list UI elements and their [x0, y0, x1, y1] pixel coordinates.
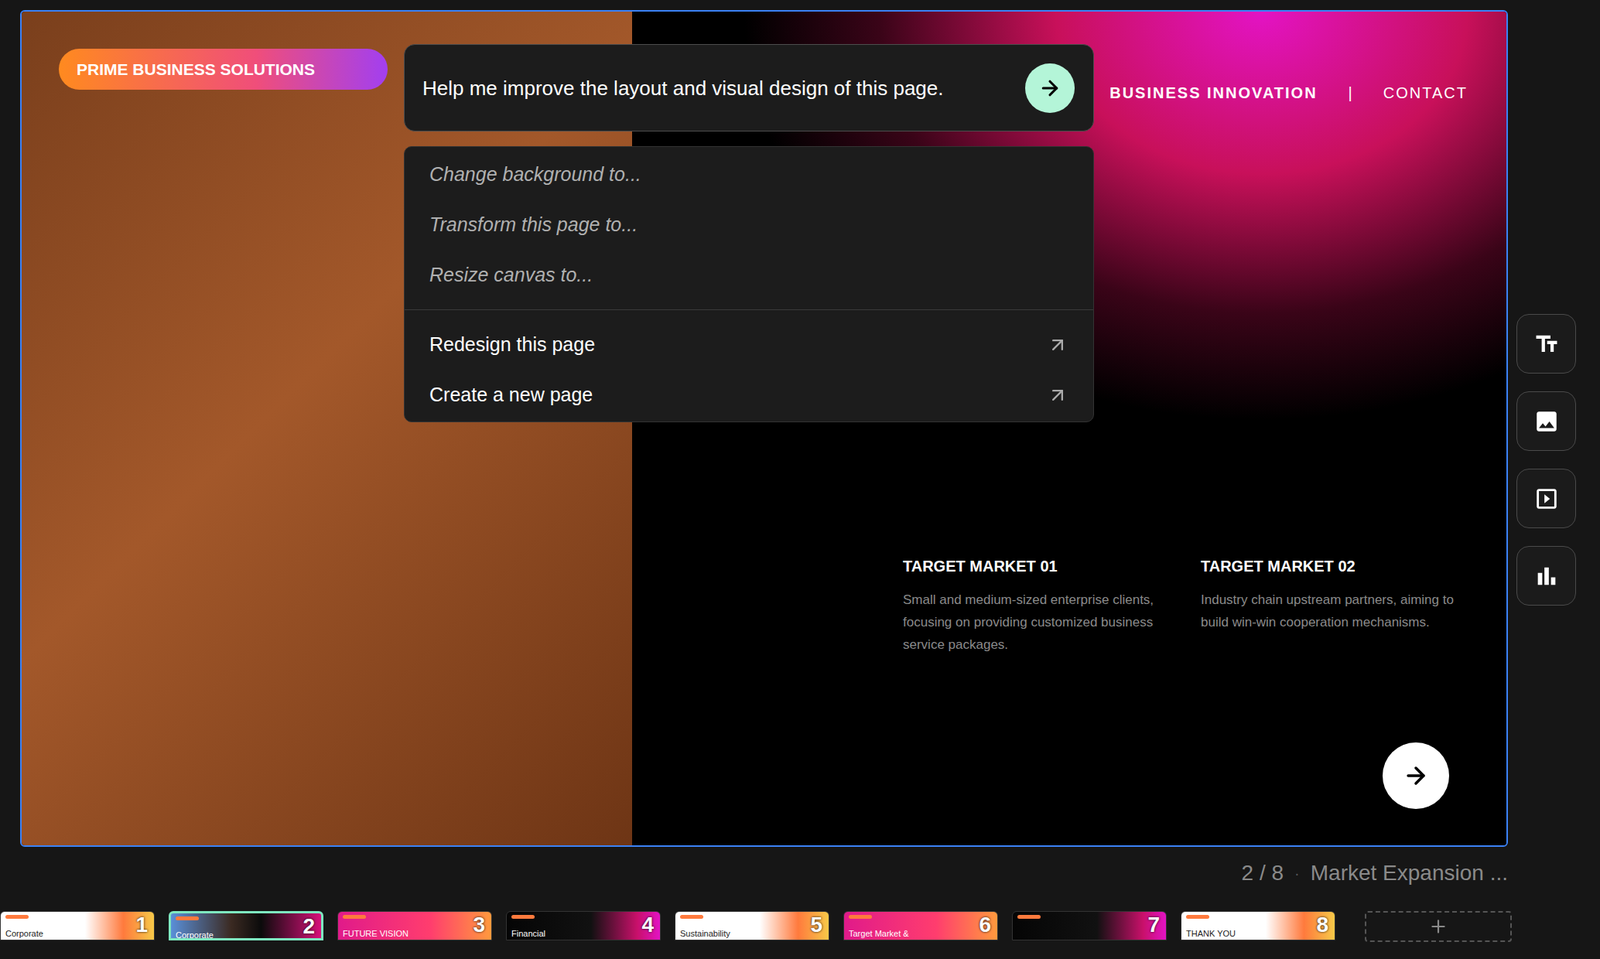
- arrow-right-icon: [1402, 762, 1430, 790]
- menu-action[interactable]: Redesign this page: [404, 319, 1094, 370]
- slide-thumbnail[interactable]: Financial 4: [505, 911, 661, 941]
- thumbnail-label: FUTURE VISION: [342, 929, 409, 939]
- thumbnail-label: Target Market &: [848, 929, 910, 939]
- page-title: Market Expansion ...: [1310, 861, 1508, 886]
- chart-tool[interactable]: [1516, 546, 1577, 606]
- next-button[interactable]: [1382, 742, 1450, 810]
- pager: 2 / 8 · Market Expansion ...: [0, 861, 1508, 886]
- thumbnail-number: 5: [810, 912, 823, 938]
- suggestion-item[interactable]: Resize canvas to...: [404, 249, 1094, 301]
- thumbnail-number: 8: [1316, 912, 1329, 938]
- arrow-up-right-icon: [1046, 384, 1069, 407]
- nav-link[interactable]: BUSINESS INNOVATION: [1109, 82, 1317, 103]
- market-card: TARGET MARKET 02 Industry chain upstream …: [1200, 556, 1476, 657]
- pager-separator: ·: [1294, 861, 1300, 886]
- market-card: TARGET MARKET 01 Small and medium-sized e…: [902, 556, 1178, 657]
- market-title: TARGET MARKET 02: [1200, 556, 1476, 577]
- menu-action[interactable]: Create a new page: [404, 369, 1094, 421]
- thumbnail-number: 2: [302, 914, 315, 940]
- image-tool[interactable]: [1516, 391, 1577, 452]
- thumbnail-number: 6: [978, 912, 992, 938]
- slide-thumbnail[interactable]: Corporate 2: [168, 911, 324, 941]
- thumbnail-label: Corporate: [175, 930, 214, 941]
- send-button[interactable]: [1025, 63, 1075, 113]
- side-toolbar: [1516, 314, 1577, 848]
- thumbnail-number: 1: [135, 912, 148, 938]
- page-count: 2 / 8: [1241, 861, 1284, 886]
- image-tool-icon: [1533, 408, 1560, 435]
- add-slide-button[interactable]: [1364, 911, 1512, 943]
- nav-link[interactable]: CONTACT: [1383, 82, 1468, 103]
- thumbnail-label: Financial: [511, 929, 546, 939]
- slide-content: BUSINESS INNOVATION | CONTACT TARGET MARKET…: [632, 11, 1507, 846]
- arrow-right-icon: [1038, 76, 1062, 100]
- slide-photo[interactable]: [21, 11, 633, 846]
- arrow-up-right-icon: [1046, 334, 1069, 356]
- media-tool[interactable]: [1516, 468, 1577, 529]
- slide-thumbnail[interactable]: 7: [1011, 911, 1167, 941]
- market-title: TARGET MARKET 01: [902, 556, 1178, 577]
- thumbnail-strip: Corporate 1 Corporate 2 FUTURE VISION 3 Financ…: [0, 911, 1600, 943]
- nav-separator: |: [1348, 82, 1353, 103]
- prompt-menu: Change background to...Transform this pa…: [403, 146, 1095, 423]
- slide-thumbnail[interactable]: Corporate 1: [0, 911, 155, 941]
- suggestion-item[interactable]: Change background to...: [404, 149, 1094, 200]
- thumbnail-number: 4: [641, 912, 654, 938]
- editor: BUSINESS INNOVATION | CONTACT TARGET MARKET…: [0, 0, 1600, 959]
- chart-tool-icon: [1533, 563, 1560, 590]
- thumbnail-label: Sustainability: [680, 929, 731, 939]
- thumbnail-label: THANK YOU: [1186, 929, 1236, 939]
- slide-canvas[interactable]: BUSINESS INNOVATION | CONTACT TARGET MARKET…: [20, 10, 1508, 848]
- workspace: BUSINESS INNOVATION | CONTACT TARGET MARKET…: [0, 10, 1600, 848]
- ai-prompt: Help me improve the layout and visual de…: [403, 44, 1095, 423]
- market-description: Industry chain upstream partners, aiming…: [1200, 588, 1476, 634]
- brand-badge[interactable]: PRIME BUSINESS SOLUTIONS: [58, 48, 388, 90]
- slide-thumbnail[interactable]: Sustainability 5: [674, 911, 830, 941]
- slide-thumbnail[interactable]: THANK YOU 8: [1180, 911, 1336, 941]
- text-tool-icon: [1533, 331, 1560, 358]
- target-markets: TARGET MARKET 01 Small and medium-sized e…: [632, 556, 1507, 657]
- menu-divider: [404, 309, 1094, 311]
- media-tool-icon: [1533, 485, 1560, 513]
- thumbnail-label: Corporate: [5, 929, 44, 939]
- thumbnail-number: 3: [472, 912, 486, 938]
- plus-icon: [1428, 916, 1449, 937]
- suggestion-item[interactable]: Transform this page to...: [404, 199, 1094, 250]
- text-tool[interactable]: [1516, 314, 1577, 374]
- slide-thumbnail[interactable]: Target Market & 6: [843, 911, 999, 941]
- market-description: Small and medium-sized enterprise client…: [902, 588, 1178, 657]
- prompt-input[interactable]: Help me improve the layout and visual de…: [403, 44, 1095, 132]
- thumbnail-number: 7: [1147, 912, 1160, 938]
- slide-thumbnail[interactable]: FUTURE VISION 3: [337, 911, 493, 941]
